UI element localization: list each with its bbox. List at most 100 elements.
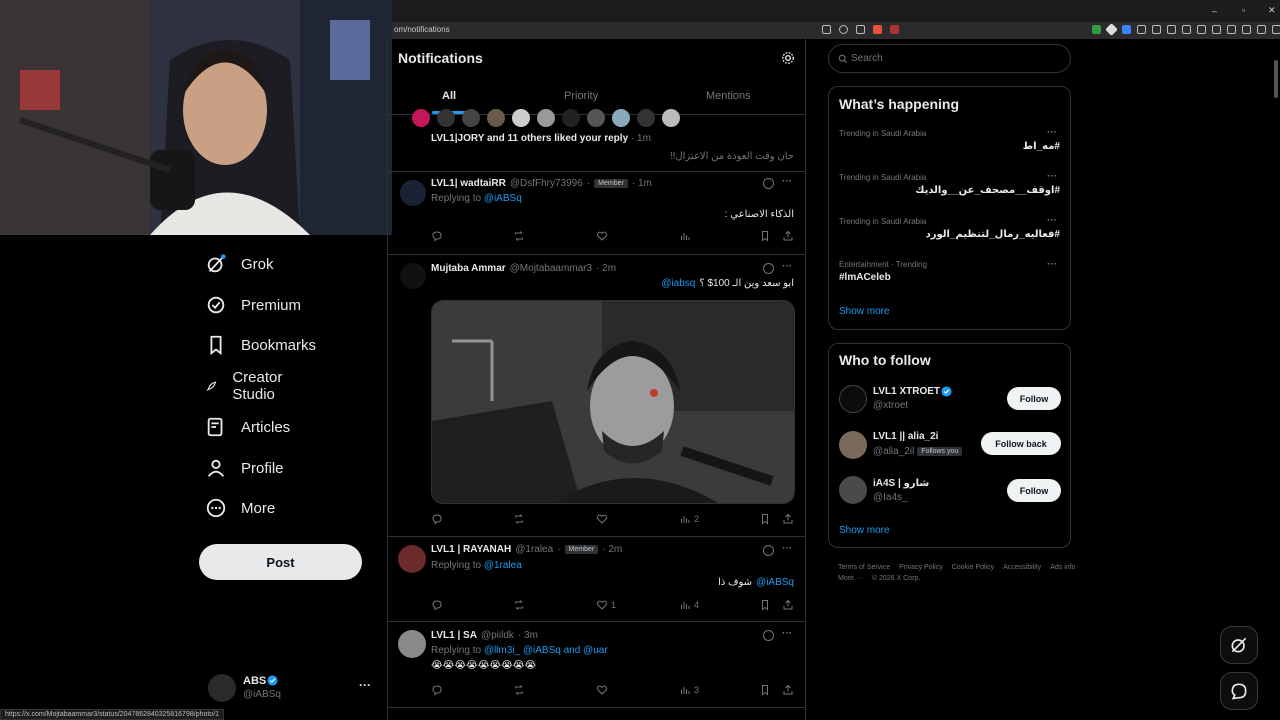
repost-icon[interactable]: [513, 230, 525, 242]
footer-link[interactable]: Cookie Policy: [952, 564, 994, 571]
share-icon[interactable]: [782, 513, 794, 525]
views-icon[interactable]: [679, 230, 691, 242]
reader-icon[interactable]: [822, 25, 831, 34]
post-button[interactable]: Post: [199, 544, 362, 580]
extension-icon[interactable]: [1167, 25, 1176, 34]
nav-item-bookmarks[interactable]: Bookmarks: [205, 325, 316, 365]
nav-item-more[interactable]: More: [205, 488, 275, 528]
repost-icon[interactable]: [513, 513, 525, 525]
repost-icon[interactable]: [513, 684, 525, 696]
wallet-icon[interactable]: [1242, 25, 1251, 34]
like-icon[interactable]: [596, 513, 608, 525]
sidebar-icon[interactable]: [1227, 25, 1236, 34]
profile-icon[interactable]: [1257, 25, 1266, 34]
more-dots-icon[interactable]: ···: [1047, 215, 1057, 226]
extension-icon[interactable]: [1152, 25, 1161, 34]
follow-back-button[interactable]: Follow back: [981, 432, 1061, 455]
reply-icon[interactable]: [431, 513, 443, 525]
post-item[interactable]: Mujtaba Ammar @Mojtabaammar3 · 2m ··· @i…: [388, 255, 805, 536]
more-dots-icon[interactable]: ···: [782, 543, 792, 554]
nav-item-premium[interactable]: Premium: [205, 285, 301, 325]
follow-button[interactable]: Follow: [1007, 387, 1061, 410]
trend-item[interactable]: Trending in Saudi Arabia ··· #مه_اط: [829, 125, 1070, 169]
like-action[interactable]: 1: [596, 599, 616, 611]
bookmark-icon[interactable]: [759, 599, 771, 611]
tab-mentions[interactable]: Mentions: [706, 90, 751, 102]
footer-link[interactable]: Ads info: [1050, 564, 1075, 571]
more-dots-icon[interactable]: ···: [782, 261, 792, 272]
show-more-link[interactable]: Show more: [839, 306, 890, 317]
extension-icon[interactable]: [1092, 25, 1101, 34]
follow-suggestion[interactable]: LVL1 XTROET @xtroet Follow: [829, 380, 1070, 420]
tab-priority[interactable]: Priority: [564, 90, 598, 102]
more-dots-icon[interactable]: ···: [359, 678, 371, 692]
reply-icon[interactable]: [431, 230, 443, 242]
more-dots-icon[interactable]: ···: [1047, 171, 1057, 182]
footer-link[interactable]: More ···: [838, 575, 863, 582]
post-item[interactable]: LVL1 | SA @piildk · 3m ··· Replying to @…: [388, 622, 805, 707]
brave-shield-icon[interactable]: [873, 25, 882, 34]
bookmark-icon[interactable]: [759, 684, 771, 696]
views-action[interactable]: 4: [679, 599, 699, 611]
share-icon[interactable]: [782, 599, 794, 611]
post-item[interactable]: LVL1 | RAYANAH @1ralea · Member · 2m ···…: [388, 537, 805, 621]
scrollbar-thumb[interactable]: [1274, 60, 1278, 98]
follow-suggestion[interactable]: LVL1 || alia_2i @alia_2il Follows you Fo…: [829, 426, 1070, 466]
extension-icon[interactable]: [1122, 25, 1131, 34]
mention-link[interactable]: @iabsq: [661, 278, 695, 289]
grok-action-icon[interactable]: [763, 545, 774, 556]
trend-item[interactable]: Trending in Saudi Arabia ··· #فعاليه_رما…: [829, 213, 1070, 257]
footer-link[interactable]: Accessibility: [1003, 564, 1041, 571]
close-icon[interactable]: ✕: [1268, 5, 1276, 16]
reply-icon[interactable]: [431, 684, 443, 696]
restore-icon[interactable]: ▫: [1242, 5, 1245, 15]
rewards-icon[interactable]: [890, 25, 899, 34]
extension-icon[interactable]: [1182, 25, 1191, 34]
grok-action-icon[interactable]: [763, 263, 774, 274]
nav-item-articles[interactable]: Articles: [205, 407, 290, 447]
repost-icon[interactable]: [513, 599, 525, 611]
footer-link[interactable]: Privacy Policy: [899, 564, 943, 571]
trend-item[interactable]: Trending in Saudi Arabia ··· #اوقف__مصحف…: [829, 169, 1070, 213]
nav-item-creator-studio[interactable]: Creator Studio: [205, 366, 291, 406]
settings-gear-icon[interactable]: [781, 51, 795, 65]
grok-fab[interactable]: [1220, 626, 1258, 664]
footer-link[interactable]: Terms of Service: [838, 564, 890, 571]
tab-all[interactable]: All: [442, 90, 456, 102]
search-box[interactable]: Search: [828, 44, 1071, 73]
like-icon[interactable]: [596, 684, 608, 696]
share-icon[interactable]: [782, 230, 794, 242]
messages-fab[interactable]: [1220, 672, 1258, 710]
follow-button[interactable]: Follow: [1007, 479, 1061, 502]
post-item[interactable]: LVL1| wadtaiRR @DsfFhry73996 · Member · …: [388, 172, 805, 254]
share-icon[interactable]: [782, 684, 794, 696]
extension-icon[interactable]: [1137, 25, 1146, 34]
nav-item-profile[interactable]: Profile: [205, 448, 284, 488]
like-notification[interactable]: LVL1|JORY and 11 others liked your reply…: [388, 109, 805, 171]
vpn-icon[interactable]: [1272, 25, 1280, 34]
search-input[interactable]: Search: [851, 53, 883, 64]
share-icon[interactable]: [856, 25, 865, 34]
extension-icon[interactable]: [1197, 25, 1206, 34]
more-dots-icon[interactable]: ···: [1047, 127, 1057, 138]
music-icon[interactable]: [1212, 25, 1221, 34]
grok-action-icon[interactable]: [763, 178, 774, 189]
zoom-icon[interactable]: [839, 25, 848, 34]
reply-icon[interactable]: [431, 599, 443, 611]
mention-link[interactable]: @iABSq: [756, 577, 794, 588]
more-dots-icon[interactable]: ···: [782, 628, 792, 639]
follow-suggestion[interactable]: iA4S | شارو @Ia4s_ Follow: [829, 472, 1070, 512]
more-dots-icon[interactable]: ···: [782, 176, 792, 187]
bookmark-icon[interactable]: [759, 230, 771, 242]
views-action[interactable]: 3: [679, 684, 699, 696]
more-dots-icon[interactable]: ···: [1047, 259, 1057, 270]
bookmark-icon[interactable]: [759, 513, 771, 525]
account-switcher[interactable]: ABS @iABSq ···: [208, 672, 378, 704]
minimize-icon[interactable]: –: [1212, 6, 1217, 16]
reply-mention-link[interactable]: @llm3i_ @iABSq and @uar: [484, 645, 608, 656]
nav-item-grok[interactable]: Grok: [205, 244, 274, 284]
like-icon[interactable]: [596, 230, 608, 242]
trend-item[interactable]: Entertainment · Trending ··· #lmACeleb: [829, 257, 1070, 301]
grok-action-icon[interactable]: [763, 630, 774, 641]
extension-icon[interactable]: [1105, 23, 1118, 36]
